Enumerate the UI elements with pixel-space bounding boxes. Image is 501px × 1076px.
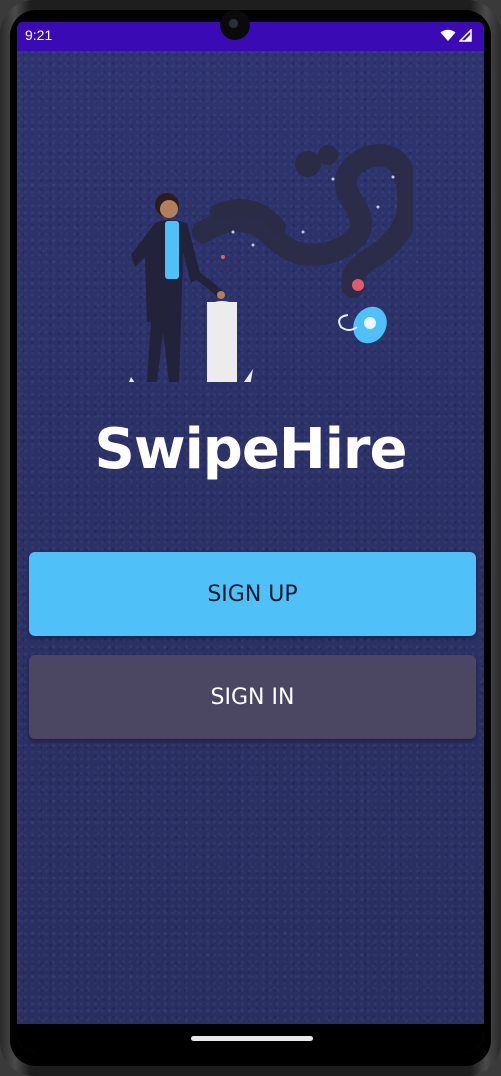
home-gesture-bar[interactable] [191,1036,313,1041]
phone-frame: 9:21 SwipeHire SIGN UP SIGN IN [0,0,501,1076]
sign-in-button[interactable]: SIGN IN [29,655,476,739]
status-bar: 9:21 [17,22,484,51]
status-icons [440,29,472,42]
app-screen: 9:21 SwipeHire SIGN UP SIGN IN [17,22,484,1052]
navigation-bar [17,1024,484,1052]
front-camera [220,10,250,40]
status-time: 9:21 [25,27,53,43]
person-launching-rocket-illustration [129,144,413,382]
app-title: SwipeHire [94,417,408,482]
cell-signal-icon [459,29,472,42]
sign-up-button[interactable]: SIGN UP [29,552,476,636]
wifi-icon [440,29,456,41]
